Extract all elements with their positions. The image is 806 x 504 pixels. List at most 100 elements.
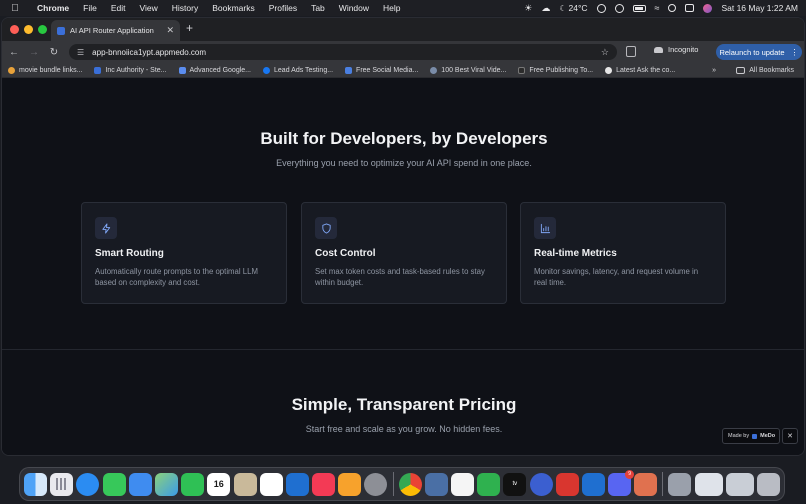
site-info-icon[interactable]: ☰ [77, 48, 84, 57]
system-settings-icon[interactable] [364, 472, 388, 496]
claude-icon[interactable] [634, 472, 658, 496]
back-arrow-icon[interactable]: ← [4, 47, 24, 58]
menu-app-name[interactable]: Chrome [30, 3, 76, 13]
bookmark-item[interactable]: Free Publishing To... [512, 66, 599, 74]
calendar-icon[interactable]: 16 [207, 472, 231, 496]
new-tab-plus-icon[interactable]: + [186, 21, 193, 35]
bookmark-item[interactable]: Lead Ads Testing... [257, 66, 339, 74]
hero-subtitle: Everything you need to optimize your AI … [276, 158, 532, 168]
feature-card-smart-routing: Smart Routing Automatically route prompt… [81, 202, 287, 304]
feature-description: Monitor savings, latency, and request vo… [534, 267, 699, 287]
tab-active[interactable]: AI API Router Application ✕ [51, 20, 180, 41]
vpn-icon[interactable] [529, 472, 553, 496]
close-window-button[interactable] [10, 25, 19, 34]
trash-icon[interactable] [757, 472, 780, 496]
forward-arrow-icon[interactable]: → [24, 47, 44, 58]
maps-icon[interactable] [154, 472, 178, 496]
menu-file[interactable]: File [76, 3, 104, 13]
bookmark-item[interactable]: Inc Authority - Ste... [88, 66, 172, 74]
spotlight-search-icon[interactable] [668, 4, 677, 12]
safari-icon[interactable] [76, 472, 100, 496]
bookmark-item[interactable]: movie bundle links... [2, 66, 88, 74]
side-panel-icon[interactable] [626, 46, 636, 57]
incognito-label: Incognito [668, 45, 699, 54]
recent-window-icon[interactable] [694, 472, 723, 496]
brightness-icon[interactable]: ☀ [524, 3, 532, 14]
feature-description: Automatically route prompts to the optim… [95, 267, 258, 287]
bookmark-favicon-icon [8, 66, 15, 74]
pricing-subtitle: Start free and scale as you grow. No hid… [305, 424, 503, 434]
apple-tv-icon[interactable]: tv [503, 472, 527, 496]
bookmark-item[interactable]: 100 Best Viral Vide... [424, 66, 512, 74]
feature-description: Set max token costs and task-based rules… [315, 267, 485, 287]
pages-icon[interactable] [338, 472, 362, 496]
minimize-window-button[interactable] [24, 25, 33, 34]
incognito-indicator[interactable]: Incognito [654, 45, 698, 54]
discord-icon[interactable]: 9 [608, 469, 635, 496]
kebab-menu-icon[interactable]: ⋮ [791, 48, 799, 57]
address-bar[interactable]: ☰ app-bnnoiica1ypt.appmedo.com ☆ [69, 44, 617, 60]
control-center-icon[interactable] [685, 4, 695, 12]
menu-view[interactable]: View [132, 3, 164, 13]
messages-icon[interactable] [102, 472, 126, 496]
bookmark-item[interactable]: Advanced Google... [173, 66, 258, 74]
lightning-icon [95, 217, 117, 239]
downloads-stack-icon[interactable] [668, 472, 692, 496]
user-circle-icon[interactable] [614, 3, 624, 13]
preview-icon[interactable] [424, 472, 448, 496]
tab-title: AI API Router Application [70, 26, 154, 35]
macos-menubar:  Chrome File Edit View History Bookmark… [0, 0, 806, 16]
menu-profiles[interactable]: Profiles [262, 3, 304, 13]
cloud-icon[interactable]: ☁ [541, 3, 550, 14]
bookmark-favicon-icon [178, 66, 186, 74]
apple-menu-icon[interactable]:  [0, 3, 30, 14]
menu-history[interactable]: History [165, 3, 205, 13]
finder-icon[interactable] [24, 472, 47, 496]
all-bookmarks-folder[interactable]: All Bookmarks [730, 66, 800, 74]
made-by-badge[interactable]: Made by MeDo [722, 428, 780, 444]
numbers-icon[interactable] [477, 472, 501, 496]
bookmark-favicon-icon [430, 66, 438, 74]
freeform-icon[interactable] [285, 472, 309, 496]
maximize-window-button[interactable] [38, 25, 47, 34]
menu-help[interactable]: Help [376, 3, 407, 13]
battery-icon[interactable] [632, 4, 646, 12]
reminders-icon[interactable] [259, 472, 283, 496]
bookmark-favicon-icon [605, 66, 613, 74]
notes-icon[interactable] [450, 472, 474, 496]
shield-icon [315, 217, 337, 239]
tab-close-icon[interactable]: ✕ [166, 25, 174, 36]
reload-icon[interactable]: ↻ [44, 47, 64, 58]
outlook-icon[interactable] [581, 472, 605, 496]
play-icon[interactable] [596, 3, 606, 13]
siri-icon[interactable] [703, 3, 713, 13]
hero-title: Built for Developers, by Developers [260, 129, 548, 148]
menu-bookmarks[interactable]: Bookmarks [205, 3, 262, 13]
menu-tab[interactable]: Tab [304, 3, 332, 13]
made-by-close-button[interactable]: ✕ [782, 428, 798, 444]
acrobat-icon[interactable] [555, 472, 579, 496]
facetime-icon[interactable] [181, 472, 205, 496]
browser-toolbar: ← → ↻ ☰ app-bnnoiica1ypt.appmedo.com ☆ I… [2, 41, 804, 63]
temperature-label: 24°C [568, 3, 588, 13]
bookmark-star-icon[interactable]: ☆ [601, 47, 609, 58]
menu-edit[interactable]: Edit [104, 3, 133, 13]
folder-icon [736, 66, 746, 74]
macos-dock: 16 tv 9 [19, 467, 785, 501]
bookmark-item[interactable]: Free Social Media... [339, 66, 424, 74]
url-text[interactable]: app-bnnoiica1ypt.appmedo.com [92, 48, 206, 57]
contacts-icon[interactable] [233, 472, 257, 496]
chrome-icon[interactable] [398, 472, 422, 496]
weather-widget[interactable]: ☾ 24°C [559, 3, 587, 13]
menu-window[interactable]: Window [332, 3, 376, 13]
mail-icon[interactable] [128, 472, 152, 496]
screenshot-thumbnail-icon[interactable] [725, 472, 754, 496]
made-by-label: Made by [728, 433, 750, 439]
wifi-icon[interactable]: ≈ [655, 3, 660, 13]
launchpad-icon[interactable] [50, 472, 74, 496]
music-icon[interactable] [312, 472, 336, 496]
menubar-datetime[interactable]: Sat 16 May 1:22 AM [721, 3, 798, 13]
more-bookmarks-chevron-icon[interactable]: » [706, 67, 722, 74]
bookmark-item[interactable]: Latest Ask the co... [599, 66, 681, 74]
relaunch-to-update-button[interactable]: Relaunch to update ⋮ [716, 44, 802, 60]
